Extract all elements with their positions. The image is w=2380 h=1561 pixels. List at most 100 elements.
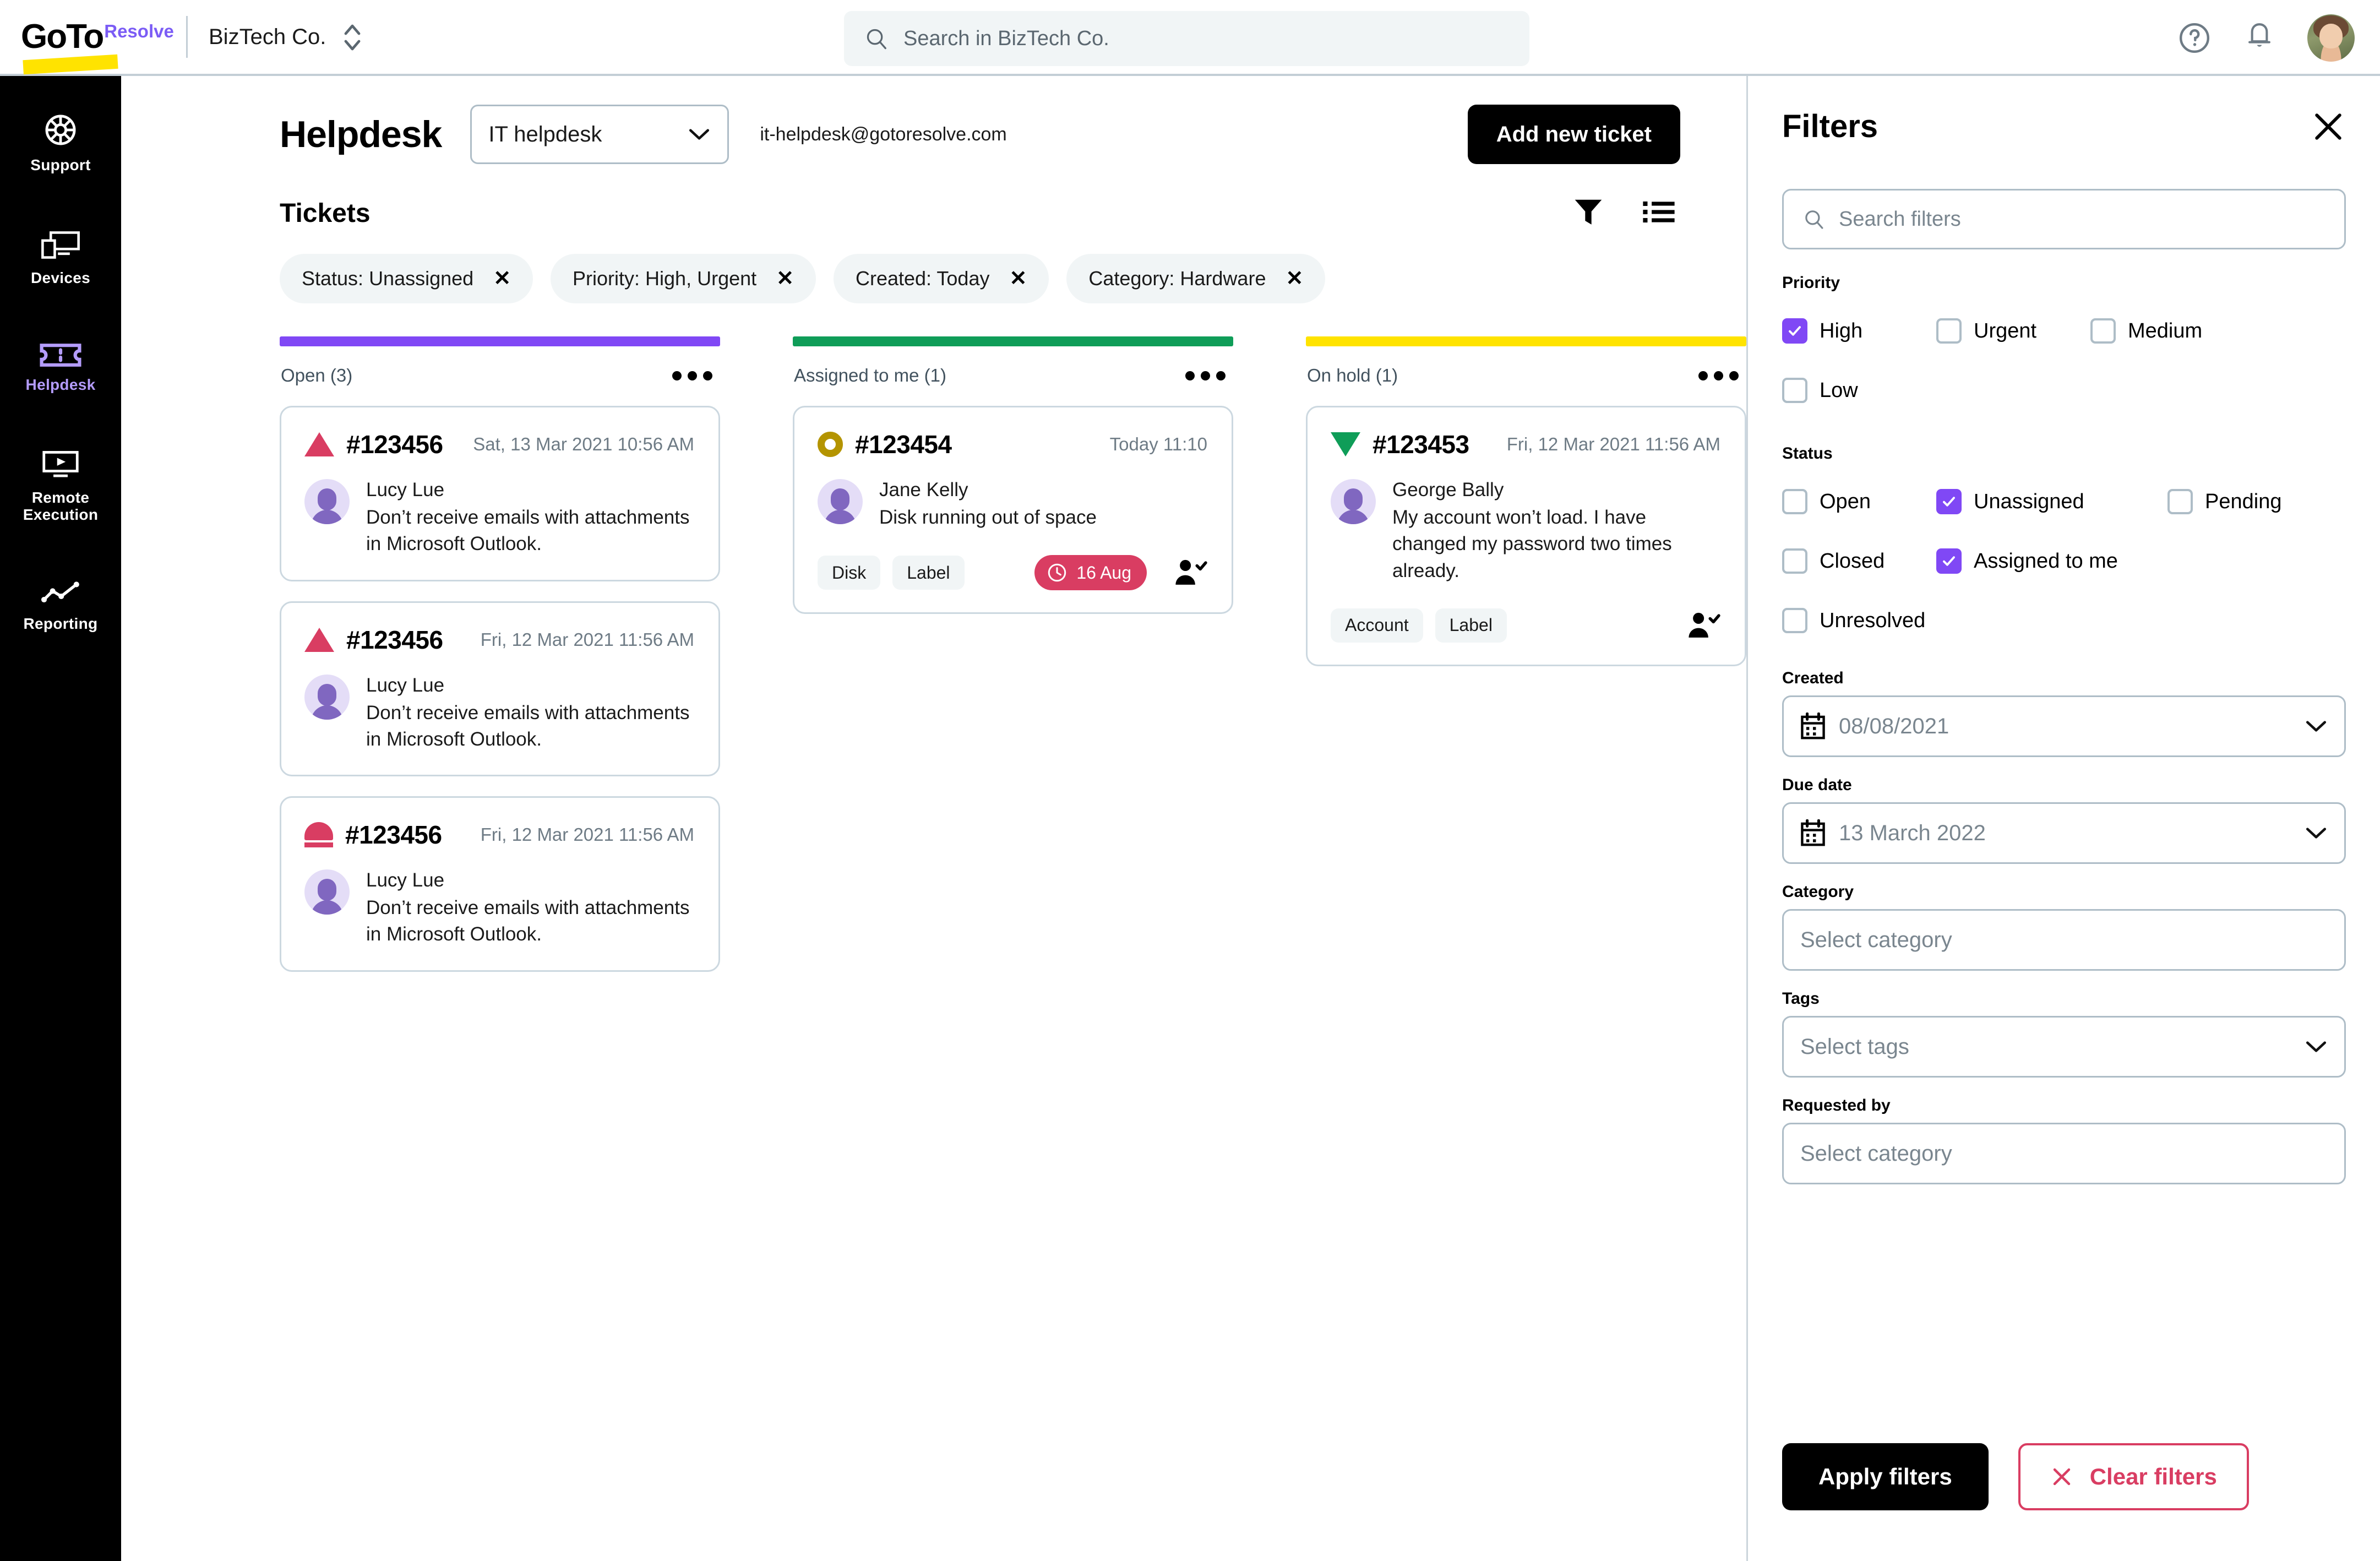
ticket-card[interactable]: #123456 Fri, 12 Mar 2021 11:56 AM Lucy L… (280, 601, 720, 777)
checkbox-label: Medium (2128, 319, 2203, 342)
column-menu-icon[interactable] (1185, 371, 1226, 380)
assign-user-icon[interactable] (1173, 557, 1207, 588)
org-switcher-button[interactable] (340, 18, 364, 56)
sidebar-item-label: Support (30, 156, 91, 173)
checkbox-priority-low[interactable]: Low (1782, 361, 1936, 420)
priority-low-icon (1331, 432, 1360, 456)
kanban-board: Open (3) #123456 Sat, 13 Mar 2021 10:56 … (121, 303, 1746, 972)
active-filter-chips: Status: Unassigned ✕ Priority: High, Urg… (121, 229, 1812, 303)
apply-filters-button[interactable]: Apply filters (1782, 1443, 1989, 1510)
global-search-placeholder: Search in BizTech Co. (903, 26, 1109, 50)
check-icon (1943, 556, 1955, 566)
filter-chip[interactable]: Status: Unassigned ✕ (280, 254, 533, 303)
ticket-id: #123456 (345, 820, 442, 850)
ticket-card[interactable]: #123456 Fri, 12 Mar 2021 11:56 AM Lucy L… (280, 796, 720, 972)
assign-user-icon[interactable] (1686, 610, 1720, 641)
checkbox-label: Unresolved (1820, 608, 1926, 632)
filter-chip-remove-icon[interactable]: ✕ (1009, 268, 1027, 289)
column-header: Assigned to me (1) (793, 346, 1233, 386)
filters-search-placeholder: Search filters (1839, 207, 1961, 231)
checkbox-box[interactable] (1936, 548, 1962, 574)
ticket-tag[interactable]: Disk (818, 556, 881, 590)
checkbox-status-unresolved[interactable]: Unresolved (1782, 591, 2346, 650)
sidebar-item-reporting[interactable]: Reporting (0, 565, 121, 649)
brand-logo[interactable]: GoTo Resolve (0, 20, 182, 75)
created-date-picker[interactable]: 08/08/2021 (1782, 695, 2346, 757)
page-title: Helpdesk (280, 113, 442, 155)
help-icon[interactable] (2177, 21, 2212, 55)
ticket-card-footer: Disk Label 16 Aug (818, 555, 1207, 591)
column-menu-icon[interactable] (1698, 371, 1739, 380)
sidebar-item-helpdesk[interactable]: Helpdesk (0, 329, 121, 410)
checkbox-box[interactable] (1936, 318, 1962, 344)
requested-by-placeholder: Select category (1800, 1141, 1952, 1166)
checkbox-priority-high[interactable]: High (1782, 301, 1936, 361)
add-new-ticket-button[interactable]: Add new ticket (1467, 105, 1680, 164)
sidebar-item-support[interactable]: Support (0, 98, 121, 190)
checkbox-box[interactable] (1782, 608, 1807, 633)
ticket-card[interactable]: #123454 Today 11:10 Jane Kelly Disk runn… (793, 406, 1233, 614)
global-search-input[interactable]: Search in BizTech Co. (844, 11, 1529, 66)
checkbox-box[interactable] (1782, 489, 1807, 514)
filter-group-label: Priority (1782, 274, 1840, 292)
filter-chip[interactable]: Created: Today ✕ (833, 254, 1049, 303)
filter-funnel-icon[interactable] (1571, 195, 1605, 229)
close-icon[interactable] (2311, 109, 2346, 144)
column-title: Assigned to me (1) (794, 365, 946, 385)
due-date-picker[interactable]: 13 March 2022 (1782, 802, 2346, 864)
sidebar-item-remote-execution[interactable]: Remote Execution (0, 435, 121, 540)
checkbox-priority-urgent[interactable]: Urgent (1936, 301, 2090, 361)
ticket-card-header: #123456 Fri, 12 Mar 2021 11:56 AM (304, 625, 694, 655)
filter-chip-remove-icon[interactable]: ✕ (493, 268, 511, 289)
checkbox-status-unassigned[interactable]: Unassigned (1936, 472, 2167, 531)
category-select[interactable]: Select category (1782, 909, 2346, 971)
filter-chip-remove-icon[interactable]: ✕ (776, 268, 794, 289)
requester-name: George Bally (1392, 479, 1504, 501)
field-label: Created (1782, 669, 1844, 687)
user-avatar[interactable] (2307, 14, 2355, 62)
ticket-id: #123453 (1373, 430, 1469, 459)
checkbox-box[interactable] (2167, 489, 2193, 514)
checkbox-status-closed[interactable]: Closed (1782, 531, 1936, 591)
list-view-icon[interactable] (1642, 199, 1676, 225)
checkbox-box[interactable] (1782, 548, 1807, 574)
column-menu-icon[interactable] (672, 371, 712, 380)
top-bar: GoTo Resolve BizTech Co. Search in BizTe… (0, 0, 2380, 76)
helpdesk-select-value: IT helpdesk (488, 122, 602, 146)
sidebar-item-devices[interactable]: Devices (0, 215, 121, 303)
ticket-card[interactable]: #123456 Sat, 13 Mar 2021 10:56 AM Lucy L… (280, 406, 720, 581)
ticket-card-header: #123456 Fri, 12 Mar 2021 11:56 AM (304, 820, 694, 850)
ticket-card-footer: Account Label (1331, 608, 1720, 643)
left-sidebar: Support Devices Helpdesk Remote Executio… (0, 76, 121, 1561)
ticket-tag[interactable]: Label (892, 556, 965, 590)
helpdesk-select[interactable]: IT helpdesk (470, 105, 729, 164)
checkbox-box[interactable] (1936, 489, 1962, 514)
checkbox-box[interactable] (1782, 318, 1807, 344)
filter-chip[interactable]: Priority: High, Urgent ✕ (551, 254, 816, 303)
filter-chip[interactable]: Category: Hardware ✕ (1066, 254, 1326, 303)
top-right-actions (2177, 0, 2355, 76)
checkbox-box[interactable] (1782, 378, 1807, 403)
ticket-card[interactable]: #123453 Fri, 12 Mar 2021 11:56 AM George… (1306, 406, 1746, 666)
checkbox-status-assigned-to-me[interactable]: Assigned to me (1936, 531, 2167, 591)
requester-name: Lucy Lue (366, 869, 445, 891)
ticket-tag[interactable]: Label (1435, 608, 1507, 643)
tags-select[interactable]: Select tags (1782, 1016, 2346, 1078)
search-icon (1805, 210, 1823, 229)
column-header: On hold (1) (1306, 346, 1746, 386)
filter-chip-label: Status: Unassigned (302, 267, 474, 290)
filters-title: Filters (1782, 108, 1878, 144)
filter-field-due-date: Due date 13 March 2022 (1782, 776, 2346, 864)
checkbox-status-pending[interactable]: Pending (2167, 472, 2322, 531)
check-icon (1789, 326, 1801, 336)
ticket-card-body: Jane Kelly Disk running out of space (818, 479, 1207, 531)
filter-chip-remove-icon[interactable]: ✕ (1286, 268, 1303, 289)
filters-search-input[interactable]: Search filters (1782, 189, 2346, 249)
notifications-bell-icon[interactable] (2243, 21, 2275, 55)
requested-by-select[interactable]: Select category (1782, 1123, 2346, 1184)
checkbox-box[interactable] (2090, 318, 2116, 344)
checkbox-priority-medium[interactable]: Medium (2090, 301, 2245, 361)
clear-filters-button[interactable]: Clear filters (2018, 1443, 2249, 1510)
ticket-tag[interactable]: Account (1331, 608, 1423, 643)
checkbox-status-open[interactable]: Open (1782, 472, 1936, 531)
